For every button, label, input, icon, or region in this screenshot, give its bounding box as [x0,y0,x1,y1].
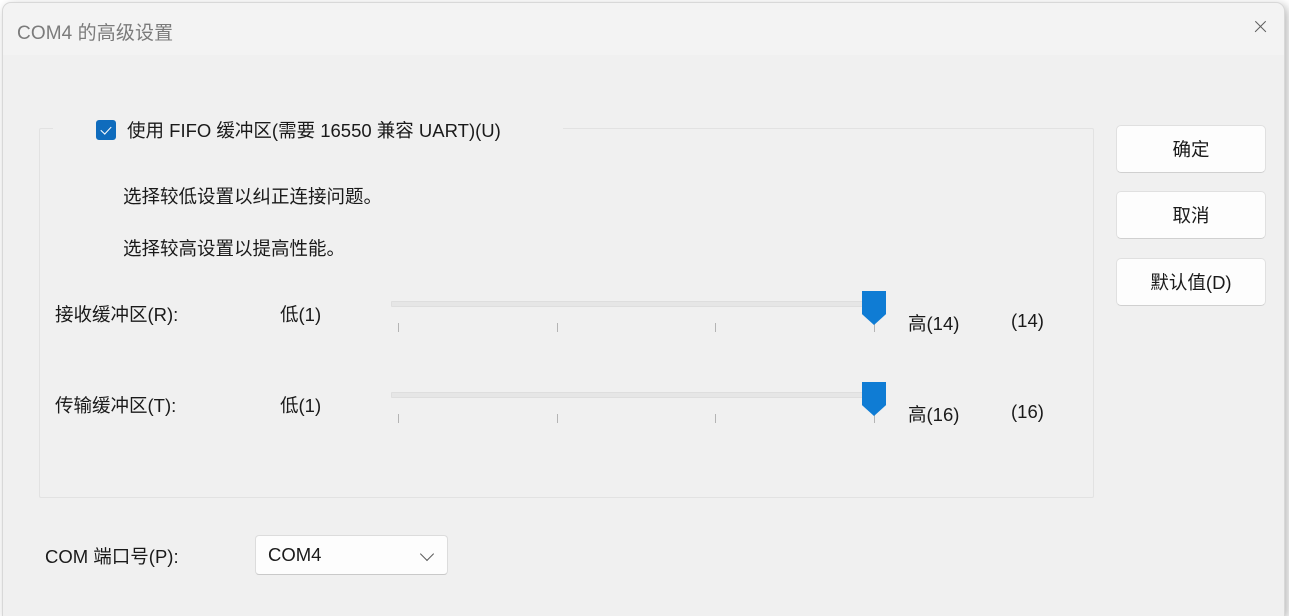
transmit-buffer-slider-thumb[interactable] [862,382,886,416]
slider-tick [715,323,717,332]
receive-buffer-value: (14) [1011,310,1044,331]
use-fifo-checkbox-row[interactable]: 使用 FIFO 缓冲区(需要 16550 兼容 UART)(U) [96,116,501,144]
close-icon [1253,19,1268,34]
slider-tick [398,414,399,423]
transmit-buffer-label: 传输缓冲区(T): [55,395,177,416]
transmit-buffer-high-label: 高(16) [908,404,960,425]
slider-tick [715,414,717,423]
receive-buffer-low-label: 低(1) [280,304,322,325]
receive-buffer-slider-ticks [391,323,881,333]
slider-tick [556,414,558,423]
description-line-2: 选择较高设置以提高性能。 [123,238,346,259]
transmit-buffer-slider-ticks [391,414,881,424]
window-title: COM4 的高级设置 [17,23,174,44]
title-bar: COM4 的高级设置 [3,3,1284,55]
receive-buffer-slider-track[interactable] [391,301,881,307]
slider-tick [398,323,399,332]
receive-buffer-label: 接收缓冲区(R): [55,304,179,325]
transmit-buffer-row: 传输缓冲区(T): 低(1) 高(16) (16) [3,382,1103,456]
use-fifo-checkbox-label: 使用 FIFO 缓冲区(需要 16550 兼容 UART)(U) [127,120,501,141]
use-fifo-checkbox[interactable] [96,120,116,140]
receive-buffer-slider-thumb[interactable] [862,291,886,325]
advanced-settings-dialog: COM4 的高级设置 使用 FIFO 缓冲区(需要 16550 兼容 UART)… [2,2,1285,616]
receive-buffer-row: 接收缓冲区(R): 低(1) 高(14) (14) [3,291,1103,365]
description-line-1: 选择较低设置以纠正连接问题。 [123,186,383,207]
com-port-dropdown[interactable]: COM4 [255,535,448,575]
close-button[interactable] [1236,3,1284,49]
slider-tick [556,323,558,332]
ok-button[interactable]: 确定 [1116,125,1266,173]
transmit-buffer-low-label: 低(1) [280,395,322,416]
com-port-selected-value: COM4 [268,544,322,565]
transmit-buffer-slider-track[interactable] [391,392,881,398]
transmit-buffer-value: (16) [1011,401,1044,422]
com-port-label: COM 端口号(P): [45,546,179,567]
receive-buffer-slider[interactable] [391,291,886,347]
defaults-button[interactable]: 默认值(D) [1116,258,1266,306]
transmit-buffer-slider[interactable] [391,382,886,438]
chevron-down-icon [421,549,434,562]
cancel-button[interactable]: 取消 [1116,191,1266,239]
receive-buffer-high-label: 高(14) [908,313,960,334]
